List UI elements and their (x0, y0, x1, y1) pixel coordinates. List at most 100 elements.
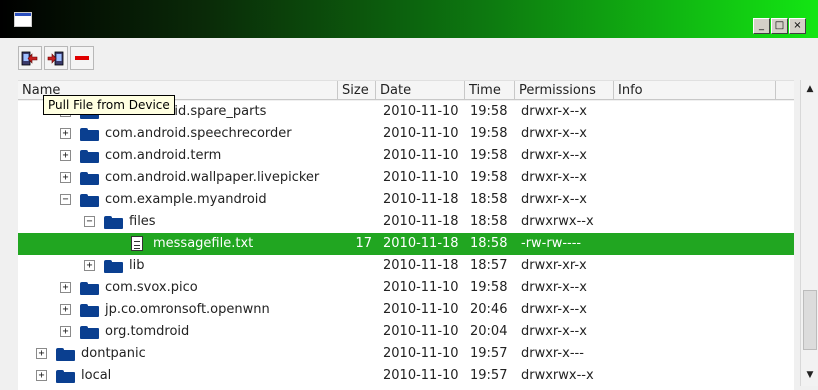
column-date[interactable]: Date (376, 81, 465, 100)
maximize-button[interactable]: □ (771, 18, 788, 34)
file-permissions: drwxr-x--x (521, 126, 587, 141)
folder-row[interactable]: + org.tomdroid 2010-11-10 20:04 drwxr-x--x (18, 321, 794, 343)
app-icon (14, 12, 32, 27)
file-time: 18:58 (470, 214, 508, 229)
column-permissions[interactable]: Permissions (515, 81, 614, 100)
push-file-button[interactable] (44, 46, 68, 70)
expand-icon[interactable]: + (36, 370, 47, 381)
expand-icon[interactable]: + (36, 348, 47, 359)
expand-icon[interactable]: + (60, 150, 71, 161)
file-time: 19:58 (470, 280, 508, 295)
expand-icon[interactable]: + (60, 282, 71, 293)
folder-row[interactable]: + com.android.speechrecorder 2010-11-10 19:… (18, 123, 794, 145)
file-name: com.android.wallpaper.livepicker (105, 170, 320, 185)
file-name: com.android.speechrecorder (105, 126, 292, 141)
delete-button[interactable] (70, 46, 94, 70)
file-date: 2010-11-18 (383, 192, 459, 207)
column-info[interactable]: Info (614, 81, 776, 100)
expand-icon[interactable]: + (60, 326, 71, 337)
file-date: 2010-11-10 (383, 280, 459, 295)
folder-icon (80, 326, 99, 339)
file-date: 2010-11-10 (383, 170, 459, 185)
column-time[interactable]: Time (465, 81, 515, 100)
file-date: 2010-11-10 (383, 368, 459, 383)
expand-icon[interactable]: + (60, 172, 71, 183)
folder-icon (80, 282, 99, 295)
file-name: files (129, 214, 156, 229)
file-size (338, 255, 372, 277)
collapse-icon[interactable]: − (84, 216, 95, 227)
file-date: 2010-11-10 (383, 346, 459, 361)
pull-file-icon (21, 51, 38, 66)
collapse-icon[interactable]: − (60, 194, 71, 205)
expand-icon[interactable]: + (60, 304, 71, 315)
scroll-up-arrow[interactable]: ▲ (802, 80, 818, 98)
scroll-down-arrow[interactable]: ▼ (802, 366, 818, 384)
file-permissions: drwxr-x--- (521, 346, 584, 361)
file-time: 19:58 (470, 126, 508, 141)
file-name: jp.co.omronsoft.openwnn (105, 302, 270, 317)
expand-icon[interactable]: + (60, 128, 71, 139)
file-time: 18:57 (470, 258, 508, 273)
folder-row[interactable]: − com.example.myandroid 2010-11-18 18:58 drw… (18, 189, 794, 211)
file-time: 19:58 (470, 104, 508, 119)
expand-icon[interactable]: + (84, 260, 95, 271)
file-size (338, 343, 372, 365)
file-date: 2010-11-10 (383, 148, 459, 163)
folder-row[interactable]: + jp.co.omronsoft.openwnn 2010-11-10 20:46 d… (18, 299, 794, 321)
file-size (338, 299, 372, 321)
file-time: 19:58 (470, 170, 508, 185)
file-size (338, 145, 372, 167)
file-time: 20:04 (470, 324, 508, 339)
folder-row[interactable]: + lib 2010-11-18 18:57 drwxr-xr-x (18, 255, 794, 277)
folder-icon (104, 216, 123, 229)
file-permissions: drwxr-x--x (521, 192, 587, 207)
file-time: 19:58 (470, 148, 508, 163)
close-button[interactable]: × (789, 18, 806, 34)
file-size (338, 189, 372, 211)
file-name: lib (129, 258, 145, 273)
file-name: local (81, 368, 112, 383)
folder-row[interactable]: − files 2010-11-18 18:58 drwxrwx--x (18, 211, 794, 233)
file-permissions: drwxr-xr-x (521, 258, 587, 273)
file-permissions: drwxr-x--x (521, 148, 587, 163)
file-permissions: drwxr-x--x (521, 302, 587, 317)
file-permissions: drwxr-x--x (521, 170, 587, 185)
file-size (338, 365, 372, 387)
folder-icon (80, 172, 99, 185)
file-time: 19:57 (470, 368, 508, 383)
title-bar: _ □ × (0, 0, 818, 38)
window-controls: _ □ × (753, 18, 806, 34)
file-size (338, 167, 372, 189)
folder-row[interactable]: + dontpanic 2010-11-10 19:57 drwxr-x--- (18, 343, 794, 365)
minus-icon (75, 56, 89, 60)
minimize-button[interactable]: _ (753, 18, 770, 34)
file-time: 19:57 (470, 346, 508, 361)
file-size (338, 321, 372, 343)
column-size[interactable]: Size (338, 81, 376, 100)
file-permissions: drwxr-x--x (521, 104, 587, 119)
folder-icon (80, 194, 99, 207)
vertical-scrollbar[interactable]: ▲ ▼ (800, 80, 818, 386)
file-explorer-panel: Name Size Date Time Permissions Info +co… (0, 38, 818, 390)
file-size (338, 123, 372, 145)
folder-icon (56, 370, 75, 383)
file-size (338, 101, 372, 123)
folder-row[interactable]: + local 2010-11-10 19:57 drwxrwx--x (18, 365, 794, 387)
tooltip: Pull File from Device (43, 95, 175, 115)
file-name: org.tomdroid (105, 324, 190, 339)
pull-file-button[interactable] (18, 46, 42, 70)
file-date: 2010-11-10 (383, 126, 459, 141)
file-row[interactable]: messagefile.txt 17 2010-11-18 18:58 -rw-rw--… (18, 233, 794, 255)
folder-row[interactable]: + com.android.term 2010-11-10 19:58 drwxr-x-… (18, 145, 794, 167)
file-permissions: drwxr-x--x (521, 280, 587, 295)
file-tree: +com.android.spare_parts2010-11-1019:58d… (18, 101, 794, 390)
scrollbar-thumb[interactable] (803, 290, 817, 350)
file-size (338, 277, 372, 299)
folder-row[interactable]: + com.svox.pico 2010-11-10 19:58 drwxr-x--x (18, 277, 794, 299)
file-size: 17 (355, 236, 372, 251)
text-file-icon (131, 236, 143, 251)
folder-icon (56, 348, 75, 361)
folder-row[interactable]: + com.android.wallpaper.livepicker 2010-11… (18, 167, 794, 189)
file-date: 2010-11-18 (383, 214, 459, 229)
